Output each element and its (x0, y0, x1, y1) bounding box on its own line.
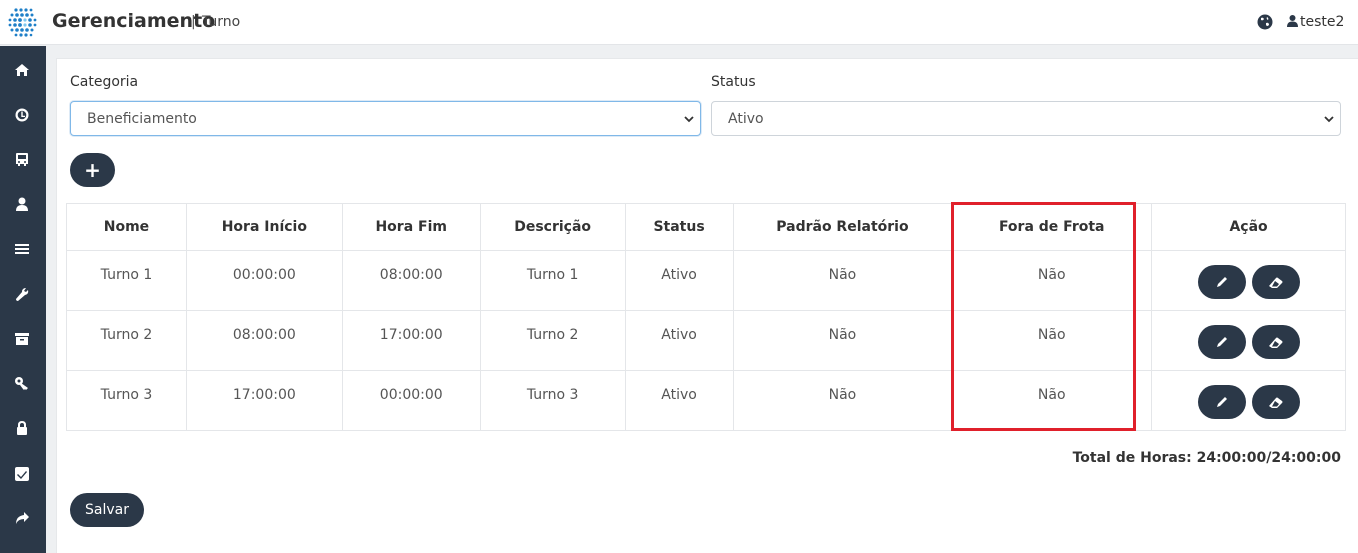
chevron-down-icon (684, 116, 694, 123)
cell-padrao-relatorio: Não (732, 370, 953, 431)
wrench-icon[interactable] (13, 285, 31, 303)
eraser-icon (1268, 337, 1283, 348)
eraser-icon (1268, 277, 1283, 288)
cell-hora-inicio: 00:00:00 (185, 250, 343, 311)
globe-icon[interactable] (1257, 14, 1273, 30)
save-button[interactable]: Salvar (70, 493, 144, 527)
edit-button[interactable] (1197, 385, 1246, 419)
cell-acao (1151, 250, 1346, 311)
cell-hora-fim: 17:00:00 (341, 310, 481, 371)
categoria-select[interactable]: Beneficiamento (70, 101, 701, 136)
username[interactable]: teste2 (1300, 14, 1344, 30)
categoria-label: Categoria (70, 74, 139, 90)
header-hora-inicio[interactable]: Hora Início (185, 203, 343, 251)
archive-icon[interactable] (13, 330, 31, 348)
header-acao: Ação (1151, 203, 1346, 251)
add-button[interactable]: + (70, 153, 115, 187)
header-nome[interactable]: Nome (66, 203, 187, 251)
page-title: Turno (202, 14, 241, 30)
cell-nome: Turno 2 (66, 310, 187, 371)
cell-hora-fim: 00:00:00 (341, 370, 481, 431)
sidebar (0, 46, 46, 553)
title-separator: | (191, 14, 196, 30)
pencil-icon (1216, 337, 1227, 347)
bus-icon[interactable] (13, 150, 31, 168)
home-icon[interactable] (13, 61, 31, 79)
status-label: Status (711, 74, 756, 90)
edit-button[interactable] (1197, 325, 1246, 359)
user-icon[interactable] (1287, 15, 1298, 27)
table-header-row: Nome Hora Início Hora Fim Descrição Stat… (66, 203, 1346, 251)
list-icon[interactable] (13, 240, 31, 258)
header-hora-fim[interactable]: Hora Fim (341, 203, 481, 251)
status-select[interactable]: Ativo (711, 101, 1341, 136)
cell-acao (1151, 370, 1346, 431)
edit-button[interactable] (1197, 265, 1246, 299)
cell-hora-inicio: 17:00:00 (185, 370, 343, 431)
chevron-down-icon (1324, 116, 1334, 123)
pencil-icon (1216, 397, 1227, 407)
delete-button[interactable] (1251, 325, 1300, 359)
cell-descricao: Turno 1 (479, 250, 626, 311)
cell-padrao-relatorio: Não (732, 310, 953, 371)
header-fora-de-frota[interactable]: Fora de Frota (951, 203, 1153, 251)
cell-descricao: Turno 2 (479, 310, 626, 371)
delete-button[interactable] (1251, 265, 1300, 299)
cell-nome: Turno 1 (66, 250, 187, 311)
table-row: Turno 2 08:00:00 17:00:00 Turno 2 Ativo … (66, 310, 1346, 371)
checkbox-icon[interactable] (13, 465, 31, 483)
header-descricao[interactable]: Descrição (479, 203, 626, 251)
cell-descricao: Turno 3 (479, 370, 626, 431)
top-bar: Gerenciamento | Turno teste2 (0, 0, 1358, 45)
total-hours: Total de Horas: 24:00:00/24:00:00 (1072, 450, 1341, 466)
cell-padrao-relatorio: Não (732, 250, 953, 311)
cell-fora-de-frota: Não (951, 370, 1153, 431)
header-status[interactable]: Status (624, 203, 734, 251)
lock-icon[interactable] (13, 419, 31, 437)
status-select-value: Ativo (728, 111, 764, 127)
user-icon[interactable] (13, 195, 31, 213)
share-icon[interactable] (13, 509, 31, 527)
cell-status: Ativo (624, 310, 734, 371)
pencil-icon (1216, 277, 1227, 287)
cell-status: Ativo (624, 250, 734, 311)
cell-acao (1151, 310, 1346, 371)
cell-status: Ativo (624, 370, 734, 431)
header-padrao-relatorio[interactable]: Padrão Relatório (732, 203, 953, 251)
shifts-table: Nome Hora Início Hora Fim Descrição Stat… (66, 203, 1346, 431)
eraser-icon (1268, 397, 1283, 408)
cell-hora-inicio: 08:00:00 (185, 310, 343, 371)
delete-button[interactable] (1251, 385, 1300, 419)
table-row: Turno 1 00:00:00 08:00:00 Turno 1 Ativo … (66, 250, 1346, 311)
table-row: Turno 3 17:00:00 00:00:00 Turno 3 Ativo … (66, 370, 1346, 431)
logo-icon[interactable] (6, 6, 38, 38)
key-icon[interactable] (13, 374, 31, 392)
cell-nome: Turno 3 (66, 370, 187, 431)
cell-fora-de-frota: Não (951, 310, 1153, 371)
categoria-select-value: Beneficiamento (87, 111, 197, 127)
cell-hora-fim: 08:00:00 (341, 250, 481, 311)
cell-fora-de-frota: Não (951, 250, 1153, 311)
clock-icon[interactable] (13, 106, 31, 124)
